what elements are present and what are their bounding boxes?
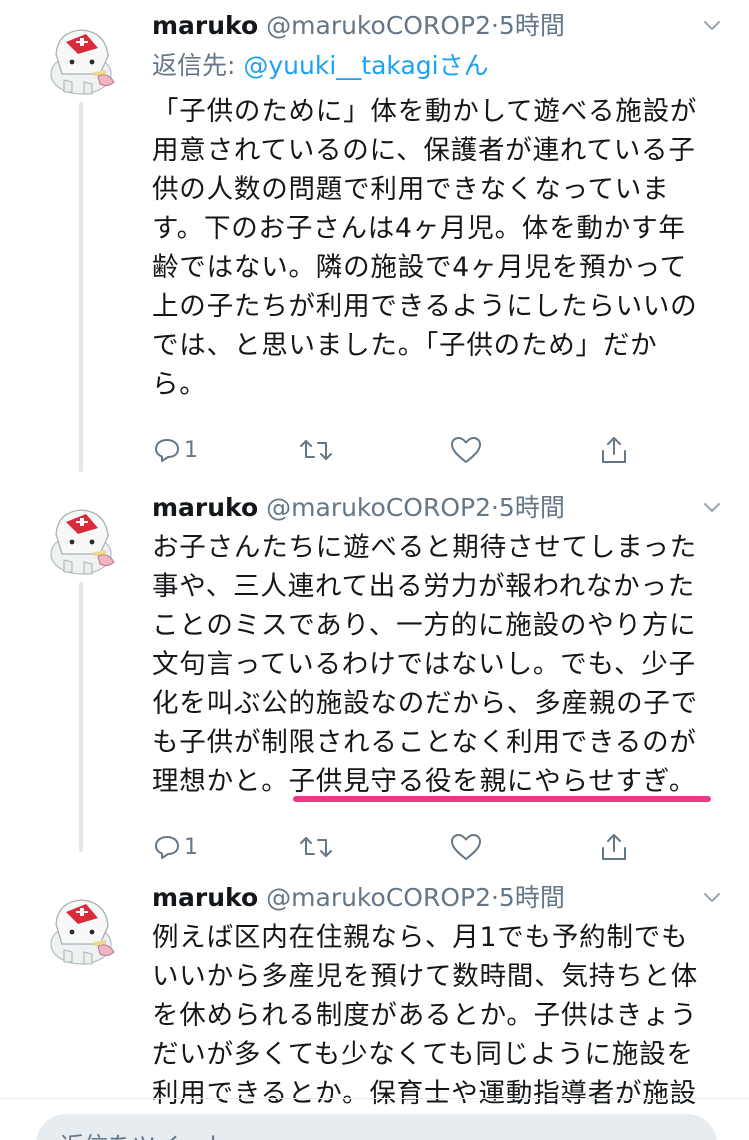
thread-line (79, 102, 83, 472)
heart-icon (451, 834, 481, 860)
user-handle[interactable]: @marukoCOROP2 (266, 11, 491, 40)
tweet-text: 例えば区内在住親なら、月1でも予約制でも いいから多産児を預けて数時間、気持ちと… (152, 922, 698, 1109)
tweet-content: maruko @marukoCOROP2·5時間 返信先: @yuuki__ta… (152, 6, 721, 470)
timestamp[interactable]: ·5時間 (491, 11, 565, 40)
thread-line (79, 582, 83, 852)
reply-to: 返信先: @yuuki__takagiさん (152, 46, 721, 86)
share-icon (602, 834, 626, 860)
share-button[interactable] (599, 827, 629, 867)
tweet-text: 「子供のために」体を動かして遊べる施設が 用意されているのに、保護者が連れている… (152, 96, 698, 400)
avatar[interactable] (36, 14, 126, 104)
like-button[interactable] (449, 430, 483, 470)
tweet-text: お子さんたちに遊べると期待させてしまった 事や、三人連れて出る労力が報われなかっ… (152, 528, 721, 801)
reply-button[interactable]: 1 (152, 827, 198, 867)
tweet-text-underlined: 子供見守る役を親にやらせすぎ。 (288, 766, 697, 797)
divider (0, 1098, 749, 1099)
retweet-icon (300, 440, 332, 460)
chevron-down-icon[interactable] (701, 496, 723, 518)
reply-count: 1 (184, 834, 198, 860)
display-name[interactable]: maruko (152, 493, 258, 522)
like-button[interactable] (449, 827, 483, 867)
avatar[interactable] (36, 494, 126, 584)
tweet-header: maruko @marukoCOROP2·5時間 (152, 6, 721, 46)
timeline: maruko @marukoCOROP2·5時間 返信先: @yuuki__ta… (0, 0, 749, 1140)
chevron-down-icon[interactable] (701, 14, 723, 36)
user-handle[interactable]: @marukoCOROP2 (266, 883, 491, 912)
reply-button[interactable]: 1 (152, 430, 198, 470)
tweet-content: maruko @marukoCOROP2·5時間 例えば区内在住親なら、月1でも… (152, 878, 721, 1113)
reply-input[interactable]: 返信をツイート (36, 1114, 717, 1140)
heart-icon (451, 437, 481, 463)
reply-mention-link[interactable]: @yuuki__takagiさん (243, 51, 488, 80)
retweet-button[interactable] (298, 827, 334, 867)
reply-icon (155, 439, 179, 462)
reply-to-label: 返信先: (152, 51, 244, 80)
tweet-actions: 1 (152, 430, 721, 470)
tweet-actions: 1 (152, 827, 721, 867)
reply-count: 1 (184, 437, 198, 463)
share-button[interactable] (599, 430, 629, 470)
tweet-text-main: お子さんたちに遊べると期待させてしまった 事や、三人連れて出る労力が報われなかっ… (152, 532, 698, 797)
timestamp[interactable]: ·5時間 (491, 883, 565, 912)
share-icon (602, 437, 626, 463)
tweet-header: maruko @marukoCOROP2·5時間 (152, 878, 721, 918)
display-name[interactable]: maruko (152, 883, 258, 912)
avatar[interactable] (36, 884, 126, 974)
retweet-icon (300, 837, 332, 857)
tweet-content: maruko @marukoCOROP2·5時間 お子さんたちに遊べると期待させ… (152, 488, 721, 867)
reply-icon (155, 836, 179, 859)
reply-input-placeholder: 返信をツイート (60, 1126, 228, 1140)
display-name[interactable]: maruko (152, 11, 258, 40)
user-handle[interactable]: @marukoCOROP2 (266, 493, 491, 522)
highlight-underline (293, 796, 711, 802)
chevron-down-icon[interactable] (701, 886, 723, 908)
timestamp[interactable]: ·5時間 (491, 493, 565, 522)
retweet-button[interactable] (298, 430, 334, 470)
tweet-header: maruko @marukoCOROP2·5時間 (152, 488, 721, 528)
